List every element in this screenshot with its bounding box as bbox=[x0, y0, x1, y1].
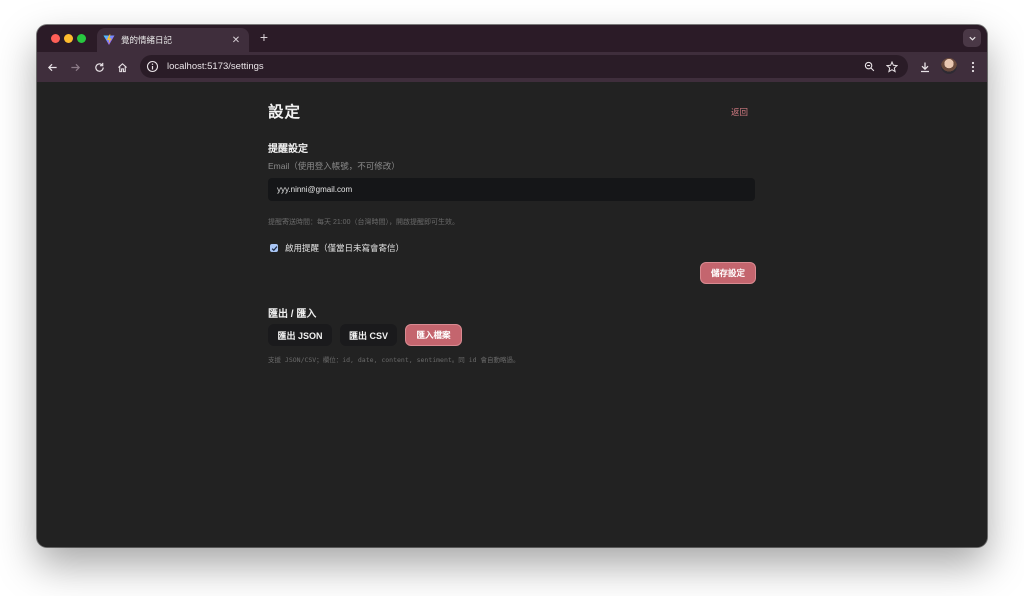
back-link[interactable]: 返回 bbox=[731, 106, 748, 118]
vite-favicon-icon bbox=[103, 34, 115, 46]
page-content: 設定 返回 提醒設定 Email（使用登入帳號，不可修改） 提醒寄送時間：每天 … bbox=[37, 82, 987, 547]
enable-reminder-label: 啟用提醒（僅當日未寫會寄信） bbox=[285, 243, 405, 253]
enable-reminder-checkbox[interactable] bbox=[270, 244, 278, 252]
maximize-window-button[interactable] bbox=[77, 34, 86, 43]
zoom-icon[interactable] bbox=[862, 60, 876, 74]
back-arrow-icon[interactable] bbox=[44, 59, 60, 75]
minimize-window-button[interactable] bbox=[64, 34, 73, 43]
tab-search-button[interactable] bbox=[963, 29, 981, 47]
tab-active[interactable]: 覺的情緒日記 ✕ bbox=[97, 28, 249, 52]
format-note: 支援 JSON/CSV；欄位：id, date, content, sentim… bbox=[268, 356, 520, 364]
export-json-button[interactable]: 匯出 JSON bbox=[268, 324, 332, 346]
send-time-note: 提醒寄送時間：每天 21:00（台灣時間），開啟提醒即可生效。 bbox=[268, 219, 459, 226]
home-icon[interactable] bbox=[114, 59, 130, 75]
settings-panel: 設定 返回 提醒設定 Email（使用登入帳號，不可修改） 提醒寄送時間：每天 … bbox=[268, 82, 756, 547]
import-file-button[interactable]: 匯入檔案 bbox=[405, 324, 462, 346]
address-bar[interactable]: localhost:5173/settings bbox=[140, 55, 908, 78]
save-settings-button[interactable]: 儲存設定 bbox=[700, 262, 756, 284]
tab-bar: 覺的情緒日記 ✕ + bbox=[37, 25, 987, 52]
export-csv-button[interactable]: 匯出 CSV bbox=[340, 324, 397, 346]
enable-reminder-row: 啟用提醒（僅當日未寫會寄信） bbox=[270, 242, 404, 254]
site-info-icon[interactable] bbox=[146, 60, 159, 73]
email-label: Email（使用登入帳號，不可修改） bbox=[268, 161, 400, 171]
browser-window: 覺的情緒日記 ✕ + localhost:5173/settings 設定 返回… bbox=[37, 25, 987, 547]
forward-arrow-icon[interactable] bbox=[67, 59, 83, 75]
reminder-section-title: 提醒設定 bbox=[268, 144, 308, 155]
io-section-title: 匯出 / 匯入 bbox=[268, 309, 317, 320]
plus-icon[interactable]: + bbox=[257, 30, 271, 44]
url-text: localhost:5173/settings bbox=[167, 61, 264, 72]
check-icon bbox=[271, 245, 277, 251]
page-title: 設定 bbox=[268, 104, 302, 121]
tab-title: 覺的情緒日記 bbox=[121, 35, 173, 45]
reload-icon[interactable] bbox=[91, 59, 107, 75]
email-field[interactable] bbox=[268, 178, 755, 201]
browser-toolbar: localhost:5173/settings bbox=[37, 52, 987, 82]
download-icon[interactable] bbox=[917, 59, 933, 75]
star-icon[interactable] bbox=[885, 60, 899, 74]
chevron-down-icon bbox=[968, 36, 976, 41]
io-button-row: 匯出 JSON 匯出 CSV 匯入檔案 bbox=[268, 324, 462, 346]
close-window-button[interactable] bbox=[51, 34, 60, 43]
close-icon[interactable]: ✕ bbox=[229, 33, 243, 47]
menu-icon[interactable] bbox=[965, 59, 981, 75]
profile-avatar[interactable] bbox=[941, 58, 957, 74]
